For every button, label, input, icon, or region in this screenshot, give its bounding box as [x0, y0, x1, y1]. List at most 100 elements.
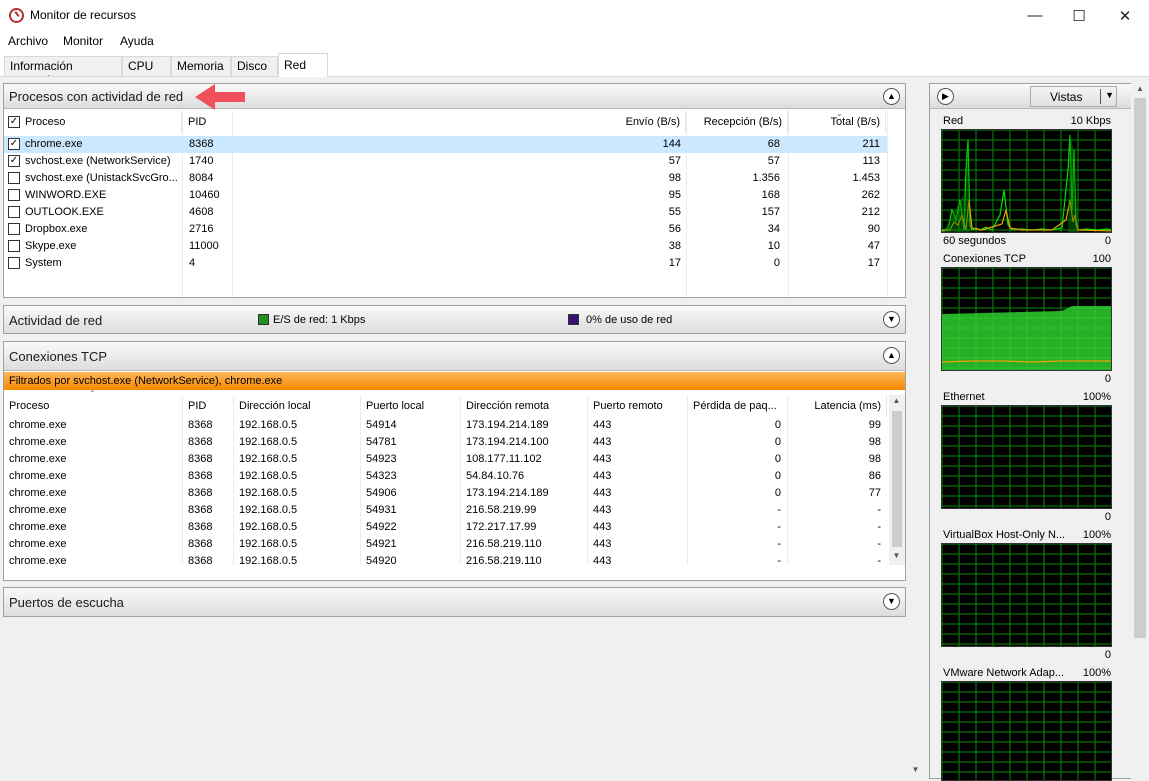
network-activity-header[interactable]: Actividad de red E/S de red: 1 Kbps 0% d…: [4, 306, 905, 333]
process-recv: 157: [761, 206, 780, 218]
tcp-cell: 54920: [366, 555, 397, 565]
scroll-thumb[interactable]: [892, 411, 902, 547]
process-checkbox[interactable]: [8, 172, 20, 184]
window-title: Monitor de recursos: [30, 8, 137, 22]
graph-min: 0: [1104, 235, 1111, 247]
process-recv: 10: [767, 240, 780, 252]
col-pid[interactable]: PID: [183, 111, 233, 133]
select-all-checkbox[interactable]: ✓: [8, 116, 20, 128]
chevron-down-icon: ▼: [887, 596, 896, 606]
process-total: 211: [862, 138, 880, 150]
tcp-cell: 443: [593, 436, 612, 448]
resource-monitor-icon: [9, 8, 24, 23]
menu-monitor[interactable]: Monitor: [63, 34, 103, 48]
process-row[interactable]: svchost.exe (UnistackSvcGro... 8084 98 1…: [4, 170, 905, 187]
process-checkbox[interactable]: [8, 223, 20, 235]
process-row[interactable]: WINWORD.EXE 10460 95 168 262: [4, 187, 905, 204]
col-proceso[interactable]: Proceso: [20, 111, 182, 133]
col-latencia[interactable]: Latencia (ms): [788, 395, 887, 417]
tcp-cell: 216.58.219.99: [466, 504, 537, 516]
process-recv: 0: [773, 257, 780, 269]
tcp-row[interactable]: chrome.exe 8368 192.168.0.5 54914 173.194.21…: [4, 417, 889, 434]
col-direccion-remota[interactable]: Dirección remota: [461, 395, 588, 417]
col-perdida-paquetes[interactable]: Pérdida de paq...: [688, 395, 788, 417]
left-pane-scrollbar[interactable]: ▼: [908, 83, 924, 777]
process-send: 144: [662, 138, 681, 150]
tcp-cell: -: [777, 555, 781, 565]
process-checkbox[interactable]: ✓: [8, 155, 20, 167]
scroll-thumb[interactable]: [1134, 98, 1146, 638]
maximize-button[interactable]: ☐: [1056, 0, 1102, 31]
col-puerto-remoto[interactable]: Puerto remoto: [588, 395, 688, 417]
col-puerto-local[interactable]: Puerto local: [361, 395, 461, 417]
scroll-up-icon[interactable]: ▲: [1131, 84, 1149, 93]
expand-listening-button[interactable]: ▼: [883, 593, 900, 610]
tcp-cell: 54921: [366, 538, 397, 550]
scroll-down-icon[interactable]: ▼: [889, 551, 904, 560]
process-checkbox[interactable]: ✓: [8, 138, 20, 150]
process-row[interactable]: Skype.exe 11000 38 10 47: [4, 238, 905, 255]
col-pid[interactable]: PID: [183, 395, 234, 417]
views-dropdown[interactable]: Vistas ▼: [1030, 86, 1117, 107]
col-proceso[interactable]: Proceso: [4, 395, 183, 417]
process-row[interactable]: System 4 17 0 17: [4, 255, 905, 272]
tcp-row[interactable]: chrome.exe 8368 192.168.0.5 54921 216.58.219…: [4, 536, 889, 553]
tcp-cell: 192.168.0.5: [239, 470, 298, 482]
graph-title: Ethernet: [943, 391, 985, 403]
chevron-down-icon: ▼: [887, 314, 896, 324]
tcp-cell: chrome.exe: [9, 436, 67, 448]
tab-informacion-general[interactable]: Información general: [4, 56, 122, 87]
process-pid: 8084: [189, 172, 214, 184]
tcp-row[interactable]: chrome.exe 8368 192.168.0.5 54781 173.194.21…: [4, 434, 889, 451]
tab-red[interactable]: Red: [278, 53, 328, 77]
tcp-cell: chrome.exe: [9, 487, 67, 499]
tcp-row[interactable]: chrome.exe 8368 192.168.0.5 54922 172.217.17…: [4, 519, 889, 536]
tcp-cell: 8368: [188, 470, 213, 482]
process-checkbox[interactable]: [8, 206, 20, 218]
col-direccion-local[interactable]: Dirección local: [234, 395, 361, 417]
tcp-row[interactable]: chrome.exe 8368 192.168.0.5 54906 173.194.21…: [4, 485, 889, 502]
tcp-row[interactable]: chrome.exe 8368 192.168.0.5 54923 108.177.11…: [4, 451, 889, 468]
tab-memoria[interactable]: Memoria: [171, 56, 231, 76]
tcp-cell: -: [777, 504, 781, 516]
process-checkbox[interactable]: [8, 240, 20, 252]
expand-pane-button[interactable]: ▶: [937, 88, 954, 105]
right-pane-scrollbar[interactable]: ▲: [1131, 83, 1149, 779]
process-row[interactable]: OUTLOOK.EXE 4608 55 157 212: [4, 204, 905, 221]
col-envio[interactable]: Envío (B/s): [233, 111, 686, 133]
process-name: OUTLOOK.EXE: [25, 206, 104, 218]
process-row[interactable]: ✓ chrome.exe 8368 144 68 211: [4, 136, 887, 153]
menu-archivo[interactable]: Archivo: [8, 34, 48, 48]
graph-max: 100%: [1082, 529, 1111, 541]
scroll-up-icon[interactable]: ▲: [889, 396, 904, 405]
network-activity-panel: Actividad de red E/S de red: 1 Kbps 0% d…: [3, 305, 906, 334]
minimize-button[interactable]: —: [1012, 0, 1058, 31]
scroll-down-icon[interactable]: ▼: [908, 765, 923, 774]
tab-strip: Información general CPU Memoria Disco Re…: [0, 53, 1149, 87]
process-checkbox[interactable]: [8, 189, 20, 201]
process-send: 38: [668, 240, 681, 252]
tcp-row[interactable]: chrome.exe 8368 192.168.0.5 54323 54.84.10.7…: [4, 468, 889, 485]
process-row[interactable]: ✓ svchost.exe (NetworkService) 1740 57 5…: [4, 153, 905, 170]
col-recepcion[interactable]: Recepción (B/s): [686, 111, 788, 133]
chevron-right-icon: ▶: [942, 91, 949, 101]
close-button[interactable]: ✕: [1102, 0, 1148, 31]
tcp-header[interactable]: Conexiones TCP ▲: [4, 342, 905, 371]
process-checkbox[interactable]: [8, 257, 20, 269]
process-total: 1.453: [852, 172, 880, 184]
listening-header[interactable]: Puertos de escucha ▼: [4, 588, 905, 616]
graph-max: 100%: [1082, 667, 1111, 679]
tcp-scrollbar[interactable]: ▲ ▼: [889, 395, 905, 565]
chevron-down-icon: ▼: [1105, 90, 1114, 100]
expand-network-activity-button[interactable]: ▼: [883, 311, 900, 328]
process-row[interactable]: Dropbox.exe 2716 56 34 90: [4, 221, 905, 238]
tcp-row[interactable]: chrome.exe 8368 192.168.0.5 54920 216.58.219…: [4, 553, 889, 565]
processes-panel: Procesos con actividad de red ▲ ✓ Proces…: [3, 83, 906, 298]
tab-cpu[interactable]: CPU: [122, 56, 171, 76]
collapse-tcp-button[interactable]: ▲: [883, 347, 900, 364]
processes-header[interactable]: Procesos con actividad de red ▲: [4, 84, 905, 109]
menu-ayuda[interactable]: Ayuda: [120, 34, 154, 48]
collapse-processes-button[interactable]: ▲: [883, 88, 900, 105]
tcp-row[interactable]: chrome.exe 8368 192.168.0.5 54931 216.58.219…: [4, 502, 889, 519]
tab-disco[interactable]: Disco: [231, 56, 278, 76]
